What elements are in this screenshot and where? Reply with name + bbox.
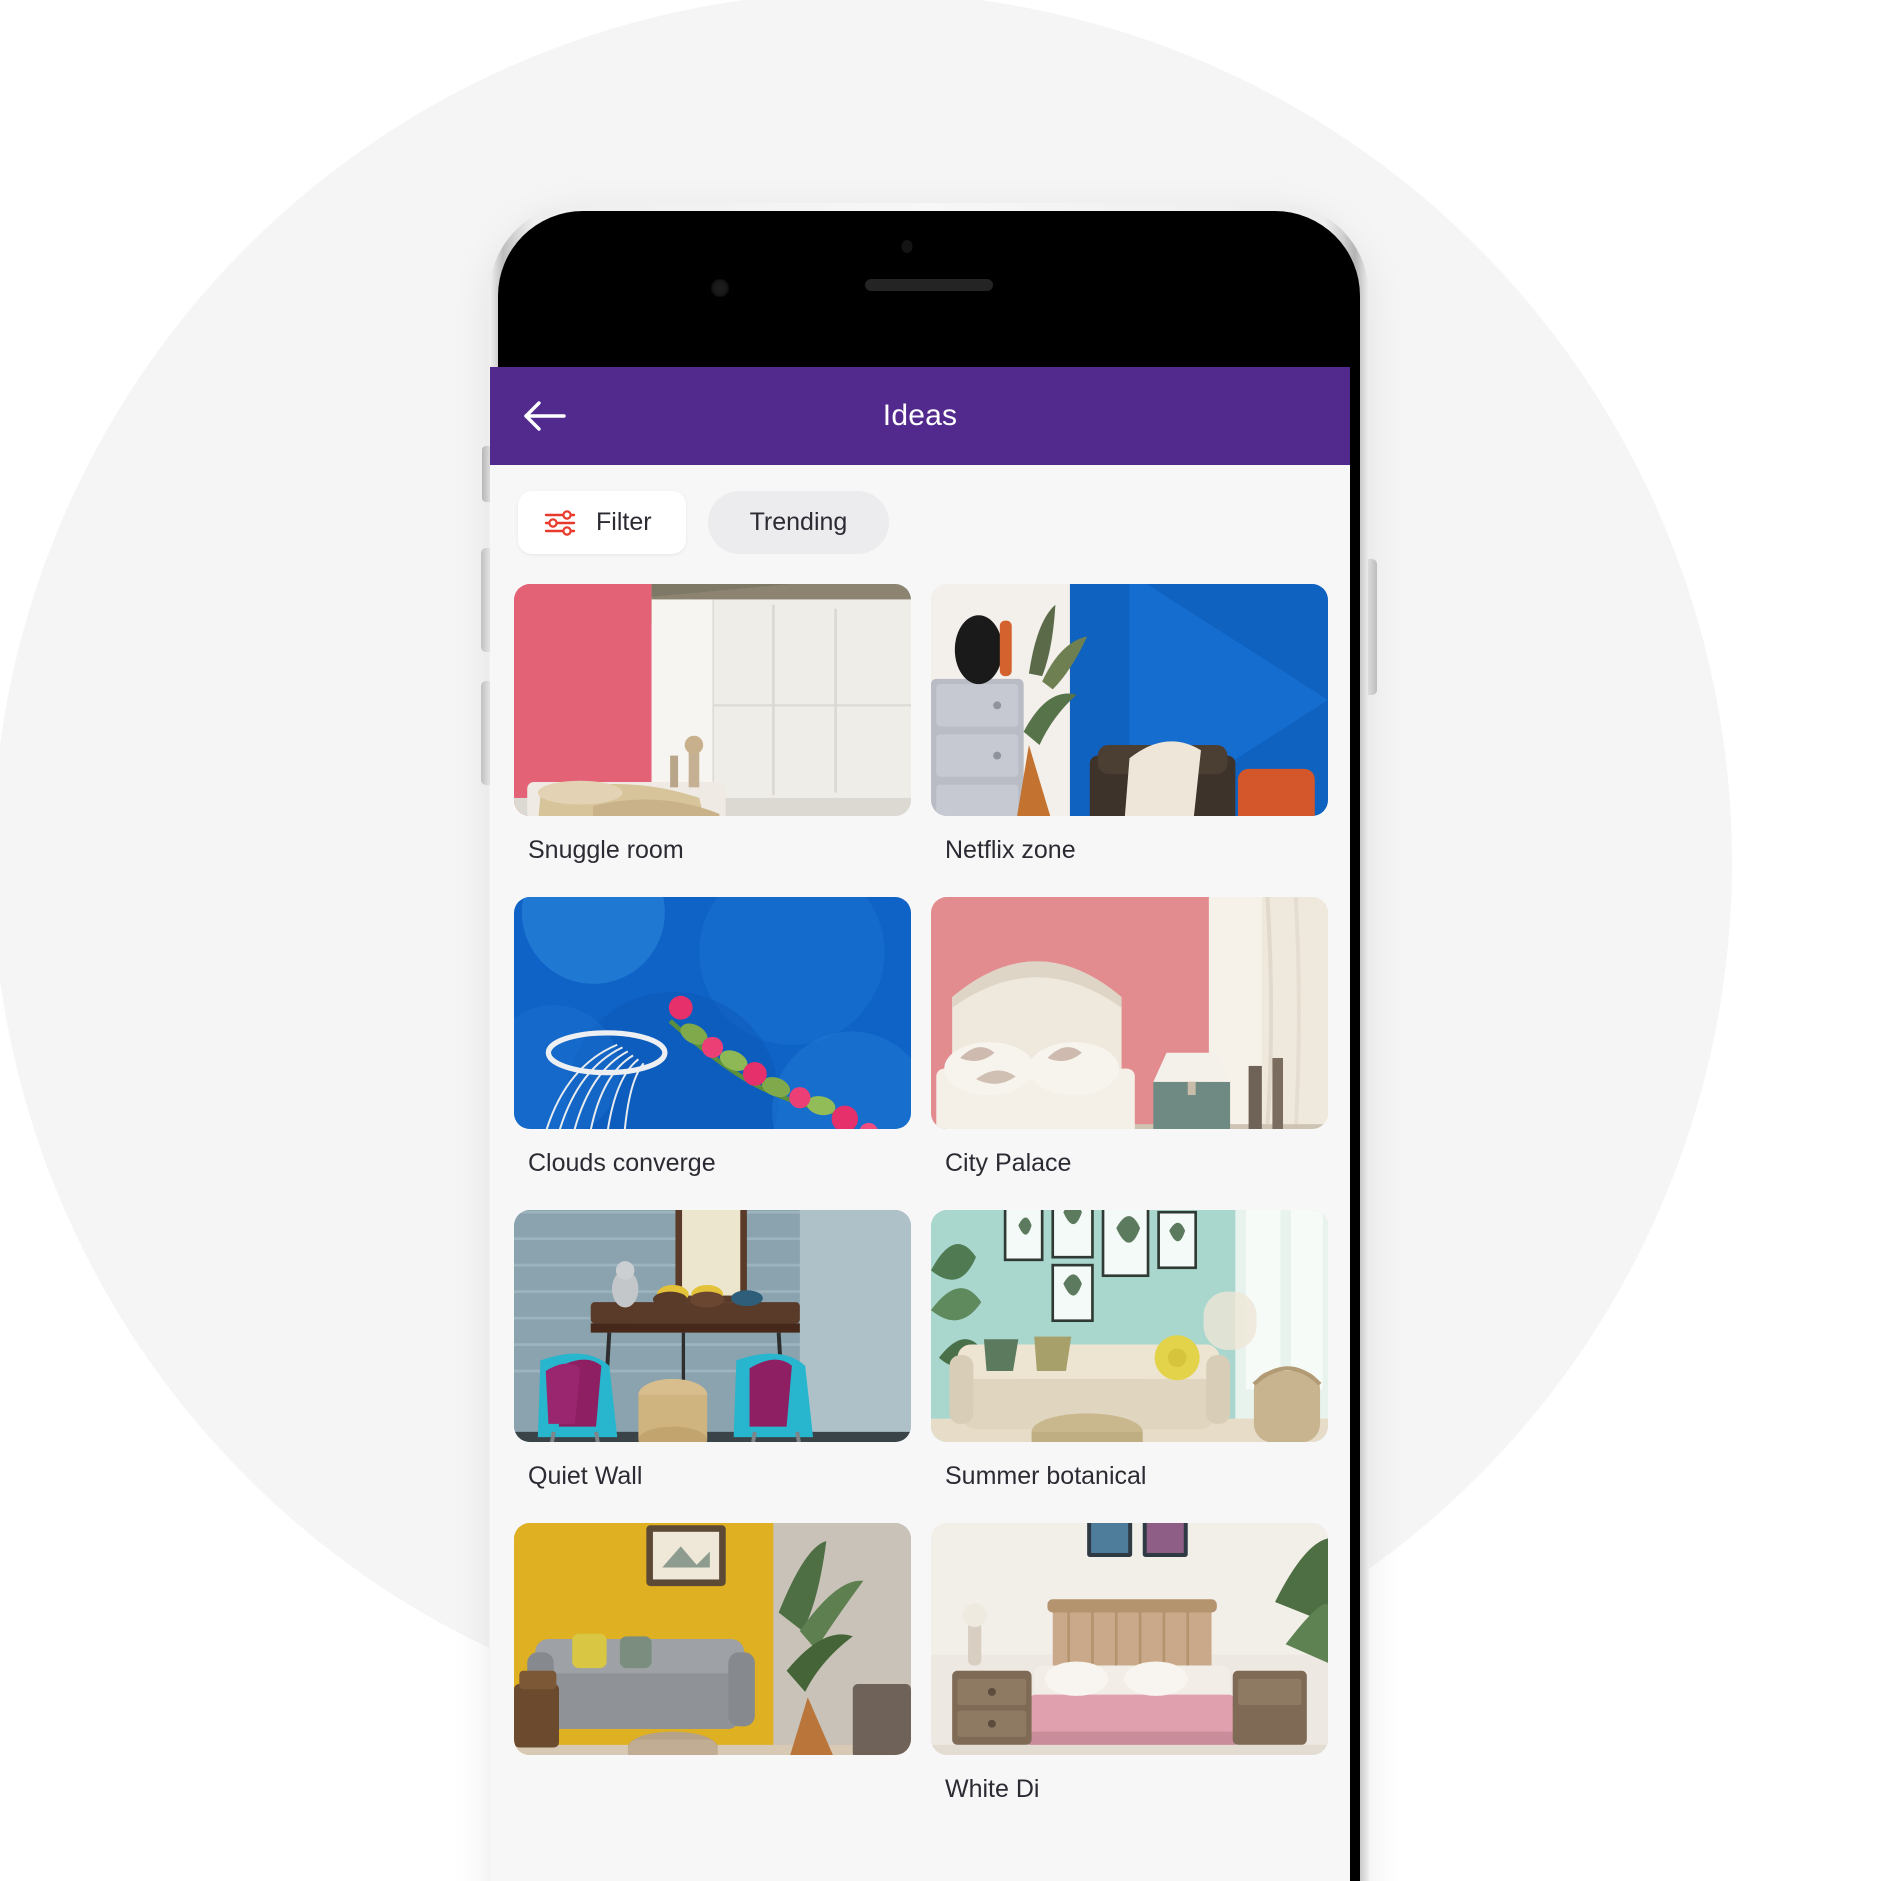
- scrollbar[interactable]: [1345, 487, 1348, 907]
- proximity-sensor-icon: [901, 240, 913, 253]
- idea-thumbnail: [931, 1523, 1328, 1755]
- idea-thumbnail: [514, 1523, 911, 1755]
- idea-thumbnail: [514, 897, 911, 1129]
- filter-button-label: Filter: [596, 508, 652, 536]
- idea-card-label: Snuggle room: [528, 836, 684, 864]
- idea-thumbnail: [931, 1210, 1328, 1442]
- idea-card[interactable]: Summer botanical: [931, 1210, 1328, 1515]
- power-button[interactable]: [1368, 559, 1377, 695]
- volume-up-button[interactable]: [481, 548, 490, 652]
- idea-card[interactable]: Clouds converge: [514, 897, 911, 1202]
- idea-card-label: Quiet Wall: [528, 1462, 643, 1490]
- app-bar: Ideas: [490, 367, 1350, 465]
- phone-screen: Ideas Filter Trending Snuggle room Netfl…: [490, 367, 1350, 1881]
- idea-card-label: Summer botanical: [945, 1462, 1147, 1490]
- trending-button[interactable]: Trending: [707, 491, 890, 554]
- filter-toolbar: Filter Trending: [490, 465, 1350, 580]
- ideas-grid: Snuggle room Netflix zone Clouds converg…: [490, 580, 1350, 1828]
- idea-thumbnail: [514, 1210, 911, 1442]
- page-title: Ideas: [882, 399, 958, 432]
- idea-card[interactable]: City Palace: [931, 897, 1328, 1202]
- idea-thumbnail: [931, 584, 1328, 816]
- page-root: Ideas Filter Trending Snuggle room Netfl…: [0, 0, 1881, 1881]
- mute-switch[interactable]: [482, 446, 490, 502]
- idea-thumbnail: [931, 897, 1328, 1129]
- idea-card[interactable]: [514, 1523, 911, 1828]
- volume-down-button[interactable]: [481, 681, 490, 785]
- back-button[interactable]: [516, 387, 574, 445]
- idea-card-label: Netflix zone: [945, 836, 1076, 864]
- idea-card[interactable]: White Di: [931, 1523, 1328, 1828]
- idea-card-label: Clouds converge: [528, 1149, 716, 1177]
- idea-card[interactable]: Snuggle room: [514, 584, 911, 889]
- idea-card-label: City Palace: [945, 1149, 1072, 1177]
- idea-card[interactable]: Quiet Wall: [514, 1210, 911, 1515]
- idea-thumbnail: [514, 584, 911, 816]
- idea-card-label: [514, 1755, 911, 1803]
- idea-card[interactable]: Netflix zone: [931, 584, 1328, 889]
- phone-mockup: Ideas Filter Trending Snuggle room Netfl…: [481, 203, 1377, 1881]
- idea-card-label: White Di: [945, 1775, 1040, 1803]
- sliders-icon: [544, 509, 576, 536]
- front-camera-icon: [711, 279, 729, 297]
- arrow-left-icon: [524, 401, 566, 431]
- speaker-grille-icon: [865, 279, 993, 291]
- filter-button[interactable]: Filter: [518, 491, 686, 554]
